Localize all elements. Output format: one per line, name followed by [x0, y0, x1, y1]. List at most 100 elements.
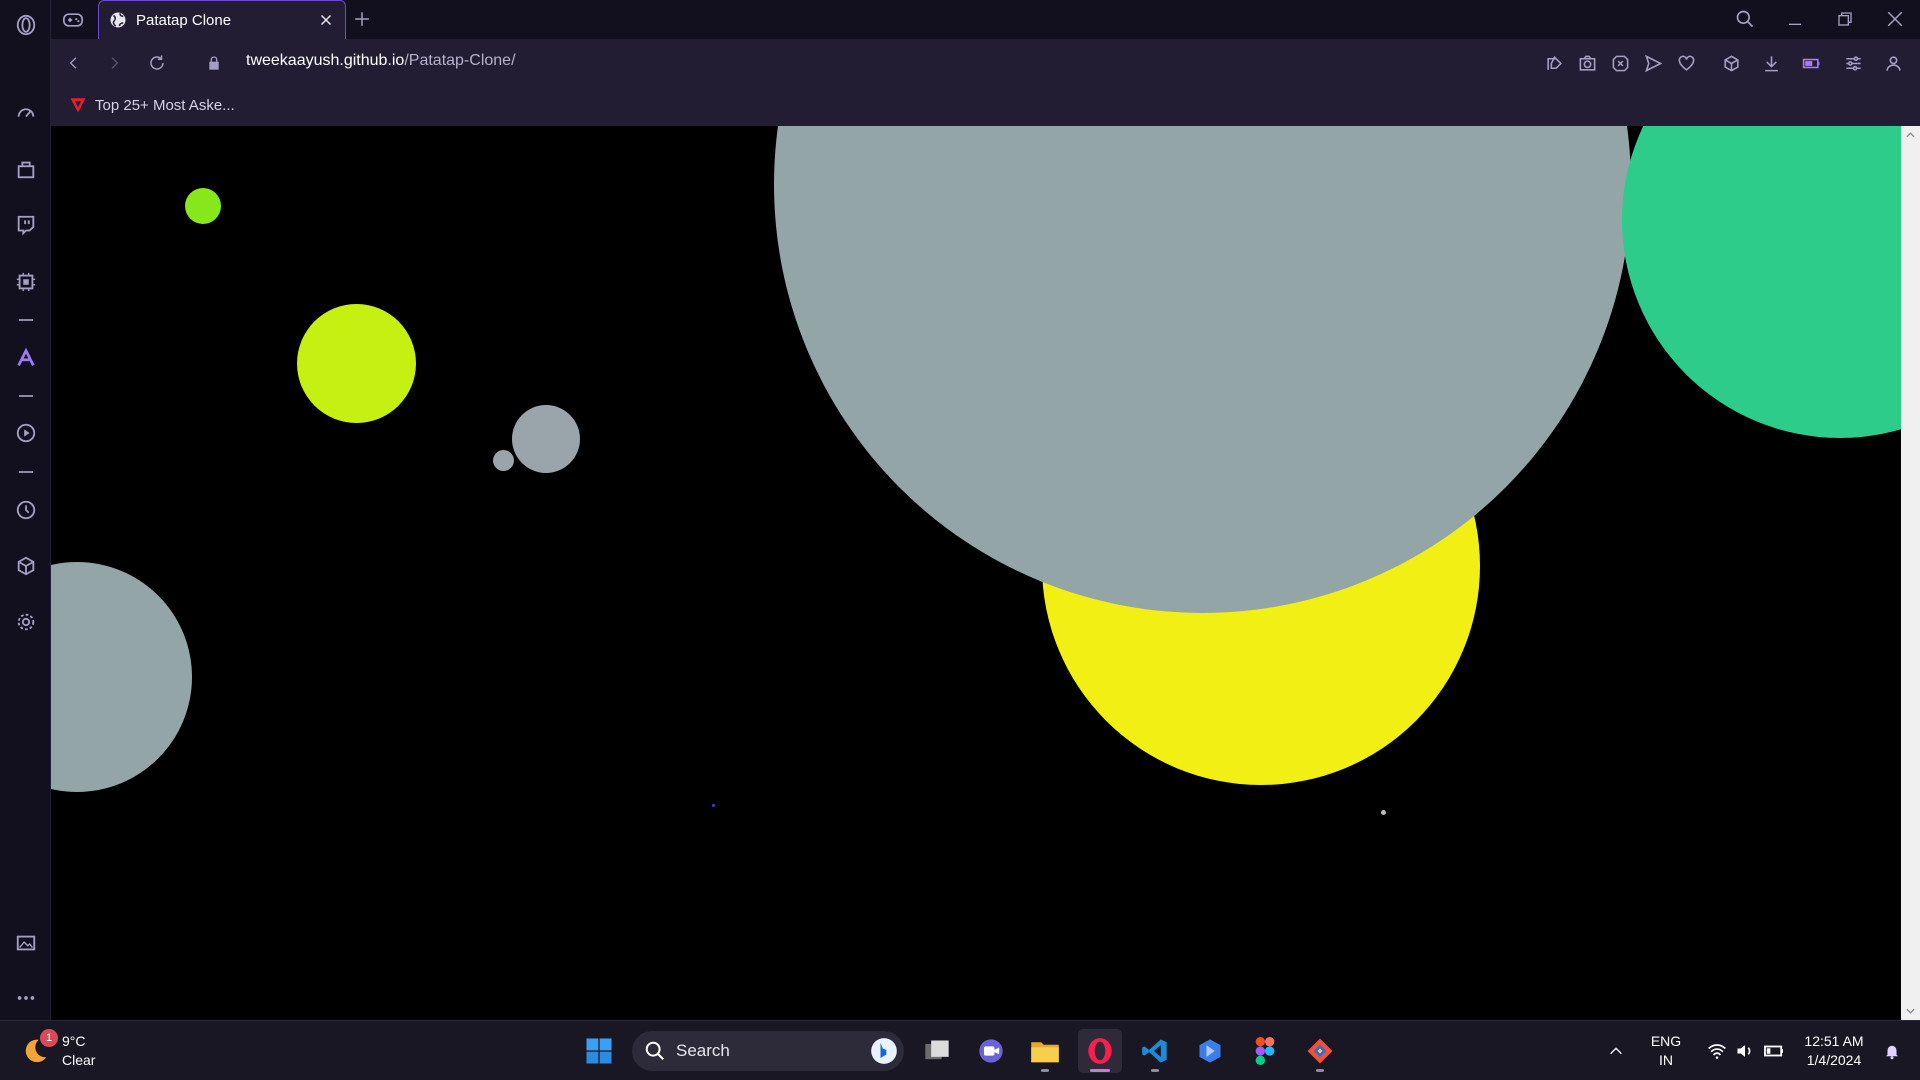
chevron-up-icon [1906, 132, 1915, 138]
scroll-up-button[interactable] [1901, 126, 1920, 144]
figma-icon [1255, 1037, 1275, 1065]
settings-gear-icon[interactable] [0, 602, 51, 642]
download-icon[interactable] [1758, 50, 1784, 76]
weather-widget[interactable]: 1 9°C Clear [20, 1029, 140, 1073]
chevron-left-icon [69, 57, 77, 69]
extensions-cube-icon[interactable] [0, 546, 51, 586]
chevron-down-icon [1906, 1008, 1915, 1014]
bookmarks-bar: Top 25+ Most Aske... [51, 87, 1920, 126]
git-app-icon [1307, 1038, 1333, 1064]
hexagon-app-icon [1199, 1039, 1221, 1063]
battery-saver-icon[interactable] [1798, 50, 1824, 76]
tab-strip: Patatap Clone [51, 0, 1920, 39]
small-green-circle [185, 188, 221, 224]
easy-setup-icon[interactable] [1840, 50, 1866, 76]
region-code: IN [1659, 1052, 1673, 1068]
reload-icon [150, 55, 164, 70]
wallpaper-icon[interactable] [0, 923, 51, 963]
globe-icon [110, 12, 126, 28]
running-indicator [1151, 1069, 1159, 1072]
forward-button[interactable] [99, 49, 129, 77]
weather-condition: Clear [62, 1052, 96, 1068]
player-icon[interactable] [0, 413, 51, 453]
history-icon[interactable] [0, 490, 51, 530]
screen: Patatap Clone tweekaayush.github.io/Pata… [0, 0, 1920, 1080]
bookmark-favicon-icon [70, 98, 86, 113]
figma-button[interactable] [1243, 1029, 1287, 1073]
chevron-up-icon [1610, 1047, 1622, 1055]
notification-badge: 1 [40, 1029, 58, 1047]
weather-temp: 9°C [62, 1033, 86, 1049]
taskbar-search[interactable]: Search [632, 1031, 904, 1071]
restore-icon [1838, 12, 1852, 26]
search-placeholder: Search [676, 1041, 730, 1060]
ad-blocker-icon[interactable] [1607, 50, 1633, 76]
active-indicator [1090, 1069, 1110, 1072]
close-icon[interactable] [317, 11, 335, 29]
tab-title: Patatap Clone [136, 11, 232, 29]
opera-logo-icon[interactable] [0, 5, 51, 45]
search-tabs-button[interactable] [1723, 2, 1767, 36]
language-indicator[interactable]: ENG IN [1640, 1032, 1692, 1070]
small-gray-circle [512, 405, 580, 473]
search-icon [1736, 10, 1754, 28]
clock-time: 12:51 AM [1804, 1033, 1864, 1049]
task-view-button[interactable] [915, 1029, 959, 1073]
bing-icon [871, 1038, 897, 1064]
shopping-bag-icon[interactable] [0, 149, 51, 189]
folder-icon [1031, 1042, 1059, 1063]
send-icon[interactable] [1640, 50, 1666, 76]
page-canvas[interactable] [51, 126, 1901, 1020]
url-path: /Patatap-Clone/ [404, 52, 516, 69]
running-indicator [1316, 1069, 1324, 1072]
page-scrollbar[interactable] [1901, 126, 1920, 1020]
extensions-icon[interactable] [1718, 50, 1744, 76]
lime-circle [297, 304, 416, 423]
bell-icon [1886, 1045, 1898, 1060]
show-hidden-icons-button[interactable] [1594, 1029, 1638, 1073]
profile-icon[interactable] [1880, 50, 1906, 76]
reload-button[interactable] [142, 49, 172, 77]
opera-gx-button[interactable] [1078, 1029, 1122, 1073]
tiny-gray-dot [493, 450, 514, 471]
lock-icon[interactable] [199, 49, 229, 77]
task-view-icon [925, 1040, 949, 1060]
close-window-button[interactable] [1873, 2, 1917, 36]
address-toolbar: tweekaayush.github.io/Patatap-Clone/ [51, 39, 1920, 87]
back-button[interactable] [59, 49, 89, 77]
large-gray-circle [774, 126, 1631, 613]
tab-patatap-clone[interactable]: Patatap Clone [98, 0, 346, 39]
more-options-icon[interactable] [0, 978, 51, 1018]
notifications-button[interactable] [1874, 1029, 1910, 1073]
bookmark-label: Top 25+ Most Aske... [95, 96, 235, 114]
new-tab-button[interactable] [346, 4, 378, 34]
clock[interactable]: 12:51 AM 1/4/2024 [1796, 1032, 1872, 1070]
url-field[interactable]: tweekaayush.github.io/Patatap-Clone/ [246, 52, 516, 70]
gamepad-icon[interactable] [57, 6, 89, 34]
aria-ai-icon[interactable] [0, 338, 51, 378]
speed-dial-icon[interactable] [0, 92, 51, 132]
chat-icon [979, 1039, 1003, 1063]
windows-taskbar: 1 9°C Clear Search ENG IN 12:51 AM 1/4/2… [0, 1020, 1920, 1080]
windows-logo-icon [586, 1038, 612, 1064]
twitch-icon[interactable] [0, 205, 51, 245]
battery-icon [1764, 1045, 1783, 1057]
git-tool-button[interactable] [1298, 1029, 1342, 1073]
gx-control-icon[interactable] [0, 262, 51, 302]
language-code: ENG [1650, 1033, 1682, 1049]
start-button[interactable] [577, 1029, 621, 1073]
power-automate-button[interactable] [1188, 1029, 1232, 1073]
minimize-icon [1789, 23, 1801, 25]
snapshot-camera-icon[interactable] [1574, 50, 1600, 76]
vscode-button[interactable] [1133, 1029, 1177, 1073]
teams-chat-button[interactable] [969, 1029, 1013, 1073]
minimize-button[interactable] [1773, 2, 1817, 36]
heart-icon[interactable] [1673, 50, 1699, 76]
scroll-down-button[interactable] [1901, 1002, 1920, 1020]
restore-button[interactable] [1823, 2, 1867, 36]
easy-files-icon[interactable] [1541, 50, 1567, 76]
system-tray-quick-settings[interactable] [1696, 1029, 1796, 1073]
clock-date: 1/4/2024 [1806, 1052, 1862, 1068]
bookmark-item[interactable]: Top 25+ Most Aske... [69, 96, 235, 114]
file-explorer-button[interactable] [1023, 1029, 1067, 1073]
